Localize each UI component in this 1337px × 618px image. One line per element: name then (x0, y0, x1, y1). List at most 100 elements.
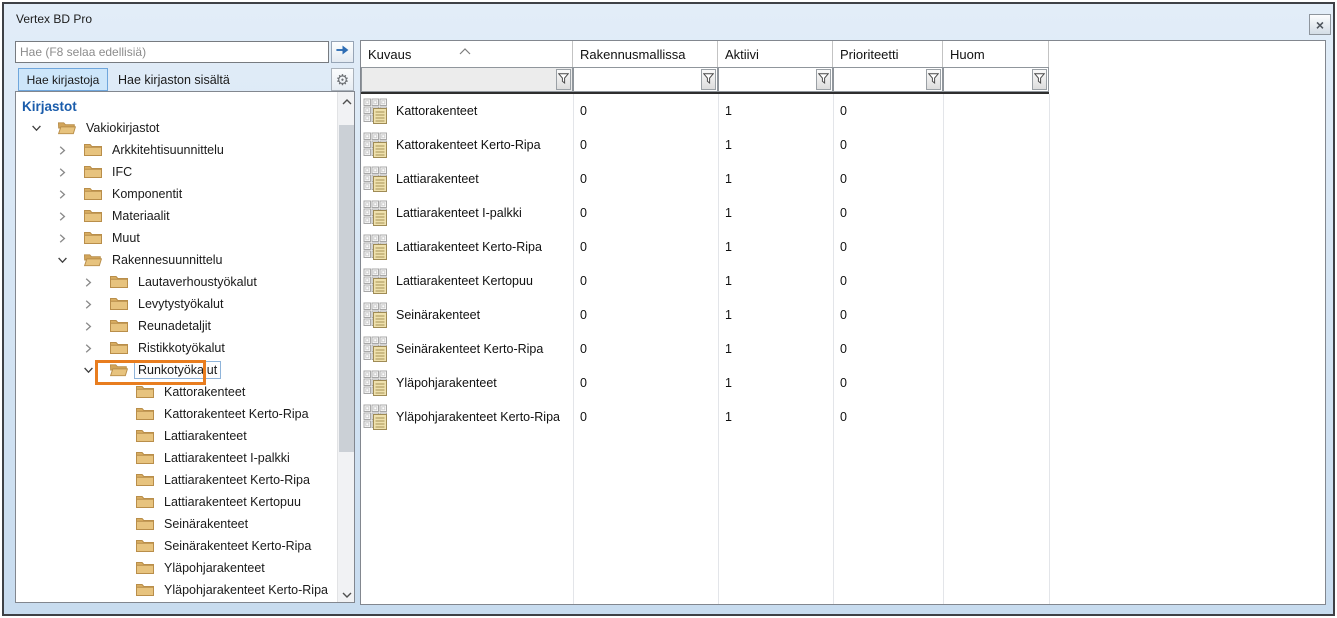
tree-item[interactable]: Muut (16, 227, 337, 249)
chevron-icon[interactable] (106, 406, 122, 422)
tree-item[interactable]: Lattiarakenteet (16, 425, 337, 447)
table-row[interactable]: Yläpohjarakenteet 0 1 0 (361, 366, 1325, 400)
tree-item[interactable]: Yläpohjarakenteet Kerto-Ripa (16, 579, 337, 601)
filter-button[interactable] (556, 69, 571, 90)
filter-cell-rakennusmallissa[interactable] (573, 67, 718, 92)
table-row[interactable]: Yläpohjarakenteet Kerto-Ripa 0 1 0 (361, 400, 1325, 434)
library-item-icon (363, 404, 389, 430)
tree-item[interactable]: Levytystyökalut (16, 293, 337, 315)
chevron-right-icon[interactable] (80, 274, 96, 290)
search-go-button[interactable] (331, 41, 354, 63)
tree-item[interactable]: Lattiarakenteet Kerto-Ripa (16, 469, 337, 491)
title-bar[interactable]: Vertex BD Pro × (4, 4, 1333, 38)
cell-aktiivi: 1 (718, 162, 833, 196)
chevron-icon[interactable] (106, 428, 122, 444)
tree-root-label[interactable]: Kirjastot (16, 95, 337, 117)
chevron-right-icon[interactable] (80, 296, 96, 312)
chevron-icon[interactable] (106, 494, 122, 510)
filter-cell-aktiivi[interactable] (718, 67, 833, 92)
chevron-icon[interactable] (106, 582, 122, 598)
table-row[interactable]: Lattiarakenteet Kertopuu 0 1 0 (361, 264, 1325, 298)
folder-closed-icon (136, 473, 154, 487)
settings-button[interactable]: ⚙ (331, 68, 354, 91)
table-row[interactable]: Kattorakenteet Kerto-Ripa 0 1 0 (361, 128, 1325, 162)
chevron-right-icon[interactable] (54, 186, 70, 202)
filter-button[interactable] (1032, 69, 1047, 90)
tree-item[interactable]: Kattorakenteet (16, 381, 337, 403)
tree-item[interactable]: Arkkitehtisuunnittelu (16, 139, 337, 161)
chevron-right-icon[interactable] (54, 230, 70, 246)
table-row[interactable]: Seinärakenteet Kerto-Ripa 0 1 0 (361, 332, 1325, 366)
table-row[interactable]: Lattiarakenteet 0 1 0 (361, 162, 1325, 196)
library-item-icon (363, 166, 389, 192)
tree-item-label: Muut (108, 229, 144, 247)
tree-item-label: Yläpohjarakenteet (160, 559, 269, 577)
column-header-huom[interactable]: Huom (943, 41, 1049, 67)
tree-item[interactable]: Vakiokirjastot (16, 117, 337, 139)
tab-hae-kirjaston-sisalta[interactable]: Hae kirjaston sisältä (112, 68, 236, 91)
filter-cell-huom[interactable] (943, 67, 1049, 92)
cell-aktiivi: 1 (718, 332, 833, 366)
search-input[interactable] (15, 41, 329, 63)
tree-item[interactable]: Kattorakenteet Kerto-Ripa (16, 403, 337, 425)
column-header-kuvaus[interactable]: Kuvaus (361, 41, 573, 67)
cell-huom (943, 400, 1049, 434)
cell-rakennusmallissa: 0 (573, 366, 718, 400)
cell-kuvaus-label: Yläpohjarakenteet Kerto-Ripa (396, 410, 560, 424)
tree-item[interactable]: Ristikkotyökalut (16, 337, 337, 359)
table-row[interactable]: Kattorakenteet 0 1 0 (361, 94, 1325, 128)
scroll-up-button[interactable] (338, 92, 355, 109)
tree-item[interactable]: Yläpohjarakenteet (16, 557, 337, 579)
cell-prioriteetti: 0 (833, 264, 943, 298)
filter-button[interactable] (816, 69, 831, 90)
tree-item[interactable]: IFC (16, 161, 337, 183)
table-row[interactable]: Seinärakenteet 0 1 0 (361, 298, 1325, 332)
tree-item-label: Runkotyökalut (134, 361, 221, 379)
column-header-prioriteetti[interactable]: Prioriteetti (833, 41, 943, 67)
tree-item[interactable]: Lautaverhoustyökalut (16, 271, 337, 293)
column-header-aktiivi[interactable]: Aktiivi (718, 41, 833, 67)
tree-item[interactable]: Materiaalit (16, 205, 337, 227)
table-row[interactable]: Lattiarakenteet Kerto-Ripa 0 1 0 (361, 230, 1325, 264)
chevron-down-icon[interactable] (54, 252, 70, 268)
folder-closed-icon (110, 297, 128, 311)
cell-rakennusmallissa: 0 (573, 332, 718, 366)
tree-item[interactable]: Seinärakenteet Kerto-Ripa (16, 535, 337, 557)
column-header-rakennusmallissa[interactable]: Rakennusmallissa (573, 41, 718, 67)
folder-closed-icon (84, 187, 102, 201)
chevron-icon[interactable] (106, 450, 122, 466)
filter-button[interactable] (701, 69, 716, 90)
tab-hae-kirjastoja[interactable]: Hae kirjastoja (18, 68, 108, 91)
scroll-down-button[interactable] (338, 585, 355, 602)
tree-item[interactable]: Seinärakenteet (16, 513, 337, 535)
tree-scrollbar[interactable] (337, 92, 354, 602)
table-row[interactable]: Lattiarakenteet I-palkki 0 1 0 (361, 196, 1325, 230)
cell-rakennusmallissa: 0 (573, 264, 718, 298)
library-item-icon (363, 370, 389, 396)
tree-item[interactable]: Reunadetaljit (16, 315, 337, 337)
chevron-right-icon[interactable] (80, 318, 96, 334)
chevron-right-icon[interactable] (54, 208, 70, 224)
filter-cell-kuvaus[interactable] (361, 67, 573, 92)
filter-button[interactable] (926, 69, 941, 90)
chevron-icon[interactable] (106, 516, 122, 532)
tree-item[interactable]: Lattiarakenteet I-palkki (16, 447, 337, 469)
chevron-icon[interactable] (106, 472, 122, 488)
chevron-icon[interactable] (106, 538, 122, 554)
chevron-right-icon[interactable] (80, 340, 96, 356)
chevron-right-icon[interactable] (54, 164, 70, 180)
scrollbar-thumb[interactable] (339, 125, 354, 452)
chevron-down-icon[interactable] (28, 120, 44, 136)
chevron-icon[interactable] (106, 560, 122, 576)
tree-item[interactable]: Komponentit (16, 183, 337, 205)
filter-cell-prioriteetti[interactable] (833, 67, 943, 92)
close-button[interactable]: × (1309, 14, 1331, 35)
chevron-down-icon[interactable] (80, 362, 96, 378)
chevron-icon[interactable] (106, 384, 122, 400)
library-item-icon (363, 268, 389, 294)
chevron-right-icon[interactable] (54, 142, 70, 158)
tree-item[interactable]: Runkotyökalut (16, 359, 337, 381)
tree-item[interactable]: Rakennesuunnittelu (16, 249, 337, 271)
tree-item[interactable]: Lattiarakenteet Kertopuu (16, 491, 337, 513)
cell-rakennusmallissa: 0 (573, 162, 718, 196)
